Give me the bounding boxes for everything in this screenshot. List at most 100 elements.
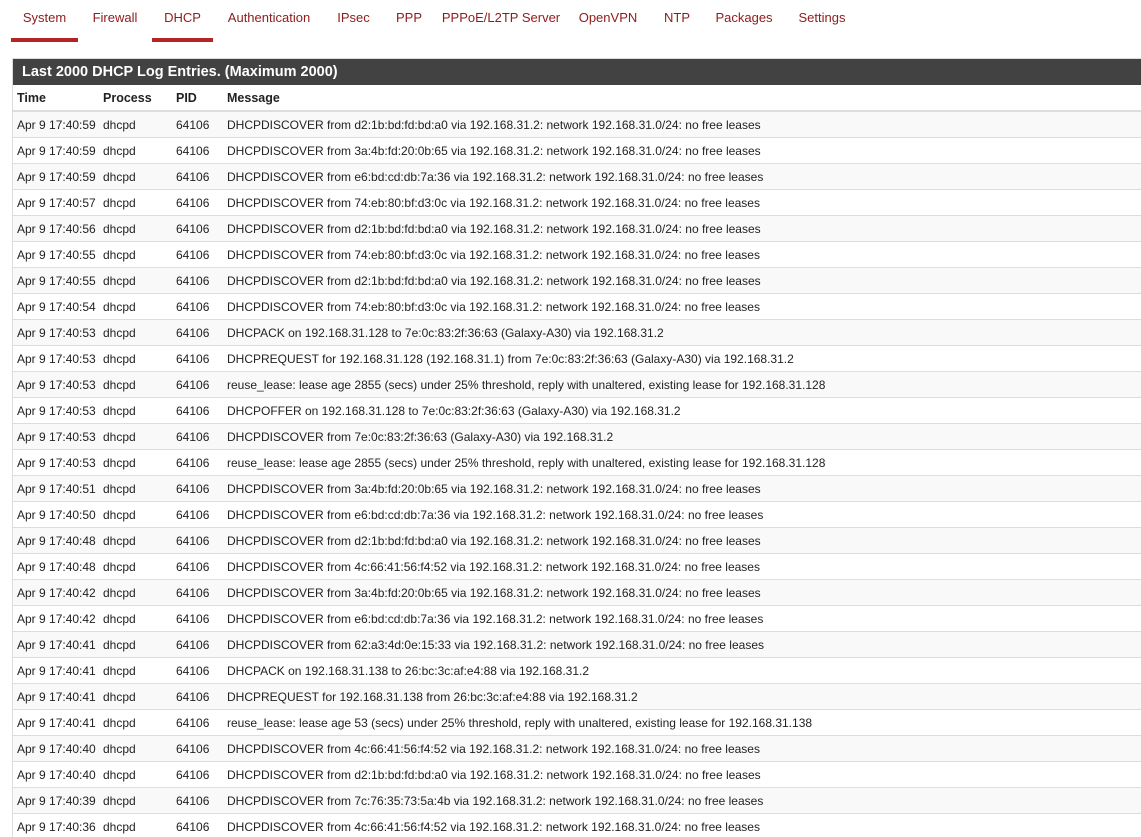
table-row: Apr 9 17:40:54 dhcpd 64106 DHCPDISCOVER fro… (13, 293, 1141, 320)
pid-cell: 64106 (172, 423, 223, 450)
table-row: Apr 9 17:40:48 dhcpd 64106 DHCPDISCOVER fro… (13, 553, 1141, 580)
message-cell: DHCPOFFER on 192.168.31.128 to 7e:0c:83:… (223, 397, 1141, 424)
tab-ntp[interactable]: NTP (656, 0, 698, 42)
table-row: Apr 9 17:40:40 dhcpd 64106 DHCPDISCOVER fro… (13, 761, 1141, 788)
message-cell: DHCPDISCOVER from 4c:66:41:56:f4:52 via … (223, 813, 1141, 837)
tab-authentication[interactable]: Authentication (218, 0, 320, 42)
table-row: Apr 9 17:40:59 dhcpd 64106 DHCPDISCOVER fro… (13, 163, 1141, 190)
column-header-time: Time (13, 85, 99, 112)
message-cell: DHCPDISCOVER from 74:eb:80:bf:d3:0c via … (223, 241, 1141, 268)
pid-cell: 64106 (172, 215, 223, 242)
time-cell: Apr 9 17:40:53 (13, 371, 99, 398)
process-cell: dhcpd (99, 735, 172, 762)
dhcp-log-table: Time Process PID Message Apr 9 17:40:59 d… (13, 85, 1141, 837)
message-cell: DHCPDISCOVER from e6:bd:cd:db:7a:36 via … (223, 163, 1141, 190)
table-header-row: Time Process PID Message (13, 85, 1141, 112)
table-row: Apr 9 17:40:55 dhcpd 64106 DHCPDISCOVER fro… (13, 267, 1141, 294)
table-row: Apr 9 17:40:51 dhcpd 64106 DHCPDISCOVER fro… (13, 475, 1141, 502)
pid-cell: 64106 (172, 137, 223, 164)
time-cell: Apr 9 17:40:40 (13, 761, 99, 788)
time-cell: Apr 9 17:40:56 (13, 215, 99, 242)
message-cell: DHCPDISCOVER from 3a:4b:fd:20:0b:65 via … (223, 579, 1141, 606)
process-cell: dhcpd (99, 657, 172, 684)
tab-firewall[interactable]: Firewall (80, 0, 150, 42)
table-row: Apr 9 17:40:53 dhcpd 64106 DHCPACK on 192.1… (13, 319, 1141, 346)
tab-pppoe-l2tp-server[interactable]: PPPoE/L2TP Server (440, 0, 562, 42)
pid-cell: 64106 (172, 501, 223, 528)
pid-cell: 64106 (172, 163, 223, 190)
tab-settings[interactable]: Settings (790, 0, 854, 42)
table-row: Apr 9 17:40:42 dhcpd 64106 DHCPDISCOVER fro… (13, 605, 1141, 632)
process-cell: dhcpd (99, 267, 172, 294)
time-cell: Apr 9 17:40:59 (13, 110, 99, 138)
time-cell: Apr 9 17:40:42 (13, 579, 99, 606)
time-cell: Apr 9 17:40:59 (13, 163, 99, 190)
pid-cell: 64106 (172, 605, 223, 632)
process-cell: dhcpd (99, 241, 172, 268)
table-row: Apr 9 17:40:39 dhcpd 64106 DHCPDISCOVER fro… (13, 787, 1141, 814)
time-cell: Apr 9 17:40:53 (13, 449, 99, 476)
table-row: Apr 9 17:40:53 dhcpd 64106 reuse_lease: lea… (13, 449, 1141, 476)
process-cell: dhcpd (99, 345, 172, 372)
message-cell: DHCPACK on 192.168.31.128 to 7e:0c:83:2f… (223, 319, 1141, 346)
process-cell: dhcpd (99, 319, 172, 346)
tab-ppp[interactable]: PPP (388, 0, 430, 42)
process-cell: dhcpd (99, 683, 172, 710)
time-cell: Apr 9 17:40:41 (13, 657, 99, 684)
pid-cell: 64106 (172, 709, 223, 736)
message-cell: DHCPACK on 192.168.31.138 to 26:bc:3c:af… (223, 657, 1141, 684)
pid-cell: 64106 (172, 397, 223, 424)
message-cell: DHCPDISCOVER from d2:1b:bd:fd:bd:a0 via … (223, 267, 1141, 294)
message-cell: DHCPDISCOVER from 3a:4b:fd:20:0b:65 via … (223, 137, 1141, 164)
time-cell: Apr 9 17:40:53 (13, 345, 99, 372)
pid-cell: 64106 (172, 475, 223, 502)
pid-cell: 64106 (172, 371, 223, 398)
message-cell: DHCPDISCOVER from d2:1b:bd:fd:bd:a0 via … (223, 761, 1141, 788)
time-cell: Apr 9 17:40:53 (13, 397, 99, 424)
process-cell: dhcpd (99, 813, 172, 837)
message-cell: DHCPDISCOVER from e6:bd:cd:db:7a:36 via … (223, 501, 1141, 528)
table-row: Apr 9 17:40:59 dhcpd 64106 DHCPDISCOVER fro… (13, 110, 1141, 138)
table-row: Apr 9 17:40:53 dhcpd 64106 DHCPREQUEST for … (13, 345, 1141, 372)
process-cell: dhcpd (99, 189, 172, 216)
process-cell: dhcpd (99, 605, 172, 632)
pid-cell: 64106 (172, 579, 223, 606)
tab-openvpn[interactable]: OpenVPN (572, 0, 644, 42)
pid-cell: 64106 (172, 189, 223, 216)
table-row: Apr 9 17:40:56 dhcpd 64106 DHCPDISCOVER fro… (13, 215, 1141, 242)
pid-cell: 64106 (172, 110, 223, 138)
process-cell: dhcpd (99, 163, 172, 190)
process-cell: dhcpd (99, 423, 172, 450)
time-cell: Apr 9 17:40:51 (13, 475, 99, 502)
pid-cell: 64106 (172, 631, 223, 658)
column-header-process: Process (99, 85, 172, 112)
message-cell: DHCPDISCOVER from 4c:66:41:56:f4:52 via … (223, 553, 1141, 580)
table-row: Apr 9 17:40:50 dhcpd 64106 DHCPDISCOVER fro… (13, 501, 1141, 528)
message-cell: DHCPDISCOVER from 74:eb:80:bf:d3:0c via … (223, 293, 1141, 320)
tab-system[interactable]: System (11, 0, 78, 42)
log-tabs: System Firewall DHCP Authentication IPse… (0, 0, 1141, 42)
pid-cell: 64106 (172, 683, 223, 710)
tab-dhcp[interactable]: DHCP (152, 0, 213, 42)
message-cell: reuse_lease: lease age 2855 (secs) under… (223, 371, 1141, 398)
pid-cell: 64106 (172, 293, 223, 320)
time-cell: Apr 9 17:40:41 (13, 631, 99, 658)
tab-ipsec[interactable]: IPsec (330, 0, 377, 42)
message-cell: DHCPREQUEST for 192.168.31.128 (192.168.… (223, 345, 1141, 372)
message-cell: reuse_lease: lease age 53 (secs) under 2… (223, 709, 1141, 736)
tab-packages[interactable]: Packages (710, 0, 778, 42)
message-cell: DHCPDISCOVER from d2:1b:bd:fd:bd:a0 via … (223, 110, 1141, 138)
table-row: Apr 9 17:40:53 dhcpd 64106 DHCPOFFER on 192… (13, 397, 1141, 424)
pid-cell: 64106 (172, 553, 223, 580)
time-cell: Apr 9 17:40:59 (13, 137, 99, 164)
message-cell: DHCPDISCOVER from e6:bd:cd:db:7a:36 via … (223, 605, 1141, 632)
table-row: Apr 9 17:40:48 dhcpd 64106 DHCPDISCOVER fro… (13, 527, 1141, 554)
time-cell: Apr 9 17:40:41 (13, 683, 99, 710)
pid-cell: 64106 (172, 267, 223, 294)
time-cell: Apr 9 17:40:50 (13, 501, 99, 528)
message-cell: DHCPDISCOVER from 7e:0c:83:2f:36:63 (Gal… (223, 423, 1141, 450)
table-row: Apr 9 17:40:55 dhcpd 64106 DHCPDISCOVER fro… (13, 241, 1141, 268)
process-cell: dhcpd (99, 761, 172, 788)
time-cell: Apr 9 17:40:53 (13, 319, 99, 346)
process-cell: dhcpd (99, 579, 172, 606)
